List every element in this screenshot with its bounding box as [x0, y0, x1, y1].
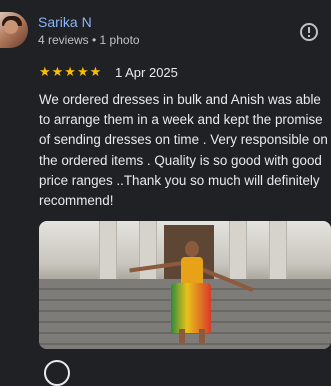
review-line: of sending dresses on time . Very respon… [39, 132, 328, 148]
review-line: We ordered dresses in bulk and Anish was… [39, 92, 321, 107]
reviewer-avatar[interactable] [0, 12, 28, 48]
review-line: the ordered items . Quality is so good w… [39, 152, 322, 168]
dancer-leg [199, 329, 205, 343]
review-photo[interactable] [39, 221, 331, 349]
review-date: 1 Apr 2025 [115, 65, 178, 80]
next-reviewer-avatar[interactable] [44, 360, 70, 386]
review-line: to arrange them in a week and kept the p… [39, 112, 323, 128]
review-line: recommend! [39, 193, 114, 209]
photo-column [139, 221, 157, 281]
info-icon[interactable] [300, 23, 318, 41]
reviewer-name[interactable]: Sarika N [38, 14, 92, 30]
review-text: We ordered dresses in bulk and Anish was… [39, 90, 331, 211]
dancer-head [185, 241, 199, 257]
photo-column [99, 221, 117, 281]
photo-column [229, 221, 247, 281]
photo-column [269, 221, 287, 281]
reviewer-meta: 4 reviews • 1 photo [38, 33, 140, 47]
rating-stars: ★★★★★ [39, 64, 103, 79]
avatar-face [4, 20, 18, 34]
dancer-leg [179, 329, 185, 343]
review-line: price ranges ..Thank you so much will de… [39, 172, 320, 188]
dancer-skirt [171, 283, 211, 333]
